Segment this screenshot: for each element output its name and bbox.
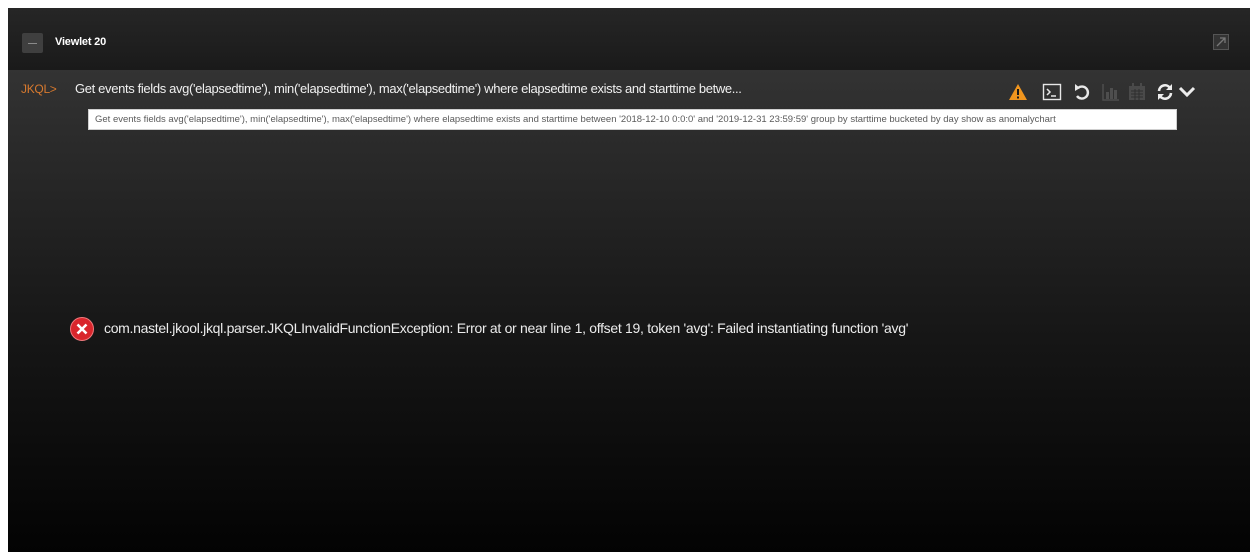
error-text: com.nastel.jkool.jkql.parser.JKQLInvalid… <box>104 320 909 336</box>
popout-icon <box>1216 37 1226 47</box>
query-text[interactable]: Get events fields avg('elapsedtime'), mi… <box>75 81 997 96</box>
viewlet-panel: Viewlet 20 JKQL> Get events fields avg('… <box>8 8 1250 552</box>
collapse-button[interactable] <box>22 33 43 53</box>
error-message-row: com.nastel.jkool.jkql.parser.JKQLInvalid… <box>70 317 1240 341</box>
popout-button[interactable] <box>1213 34 1229 50</box>
chart-icon <box>1102 84 1119 101</box>
error-icon <box>70 317 94 341</box>
query-tooltip: Get events fields avg('elapsedtime'), mi… <box>88 109 1177 130</box>
query-row: JKQL> Get events fields avg('elapsedtime… <box>8 80 1250 104</box>
viewlet-header: Viewlet 20 <box>8 8 1250 70</box>
refresh-icon[interactable] <box>1155 82 1175 102</box>
undo-icon[interactable] <box>1072 82 1092 102</box>
calendar-icon <box>1129 83 1145 100</box>
console-icon[interactable] <box>1042 82 1062 102</box>
viewlet-title: Viewlet 20 <box>55 36 106 48</box>
jkql-prompt-label: JKQL> <box>21 82 57 96</box>
chevron-down-icon[interactable] <box>1177 82 1197 102</box>
warning-icon[interactable] <box>1008 82 1028 102</box>
